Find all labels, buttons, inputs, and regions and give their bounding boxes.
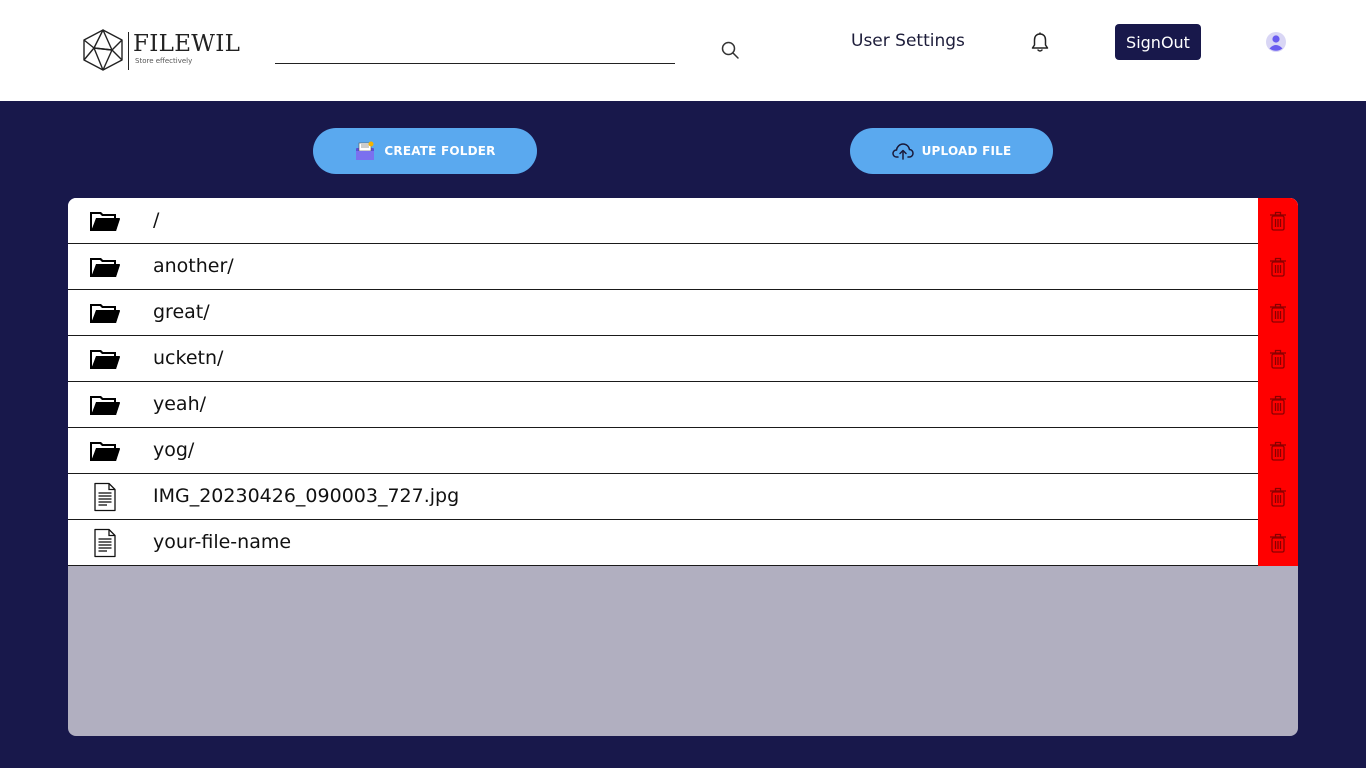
folder-row[interactable]: yeah/: [68, 382, 1298, 428]
folder-add-icon: [356, 141, 375, 160]
top-header: FILEWIL Store effectively User Settings …: [0, 0, 1366, 101]
search-input[interactable]: [275, 36, 675, 64]
folder-open-icon: [88, 206, 122, 236]
folder-open-icon: [88, 298, 122, 328]
document-icon: [88, 482, 122, 512]
folder-open-icon: [88, 390, 122, 420]
trash-icon: [1270, 349, 1286, 369]
trash-icon: [1270, 395, 1286, 415]
document-icon: [88, 528, 122, 558]
upload-file-button[interactable]: UPLOAD FILE: [850, 128, 1053, 174]
delete-button[interactable]: [1258, 244, 1298, 290]
delete-button[interactable]: [1258, 474, 1298, 520]
file-list-panel: / another/ great/ ucketn/ yeah/ yog/ IMG…: [68, 198, 1298, 736]
delete-button[interactable]: [1258, 428, 1298, 474]
brand-logo[interactable]: FILEWIL Store effectively: [80, 28, 240, 74]
file-row[interactable]: your-file-name: [68, 520, 1298, 566]
search-icon[interactable]: [720, 40, 740, 60]
trash-icon: [1270, 257, 1286, 277]
delete-button[interactable]: [1258, 382, 1298, 428]
logo-tagline: Store effectively: [135, 57, 193, 65]
trash-icon: [1270, 303, 1286, 323]
logo-title: FILEWIL: [133, 31, 241, 57]
delete-button[interactable]: [1258, 520, 1298, 566]
trash-icon: [1270, 487, 1286, 507]
file-row[interactable]: IMG_20230426_090003_727.jpg: [68, 474, 1298, 520]
trash-icon: [1270, 441, 1286, 461]
file-name: ucketn/: [153, 347, 224, 369]
file-name: your-file-name: [153, 531, 292, 553]
signout-button[interactable]: SignOut: [1115, 24, 1201, 60]
file-name: yeah/: [153, 393, 207, 415]
polyhedron-logo-icon: [83, 29, 123, 71]
folder-open-icon: [88, 344, 122, 374]
folder-row[interactable]: yog/: [68, 428, 1298, 474]
delete-button[interactable]: [1258, 198, 1298, 244]
user-avatar-icon[interactable]: [1265, 31, 1287, 53]
user-settings-link[interactable]: User Settings: [851, 31, 965, 51]
file-name: great/: [153, 301, 210, 323]
folder-row[interactable]: great/: [68, 290, 1298, 336]
upload-file-label: UPLOAD FILE: [921, 144, 1012, 158]
folder-row[interactable]: /: [68, 198, 1298, 244]
create-folder-label: CREATE FOLDER: [384, 144, 496, 158]
folder-open-icon: [88, 252, 122, 282]
file-name: /: [153, 209, 160, 231]
folder-row[interactable]: ucketn/: [68, 336, 1298, 382]
trash-icon: [1270, 211, 1286, 231]
file-name: IMG_20230426_090003_727.jpg: [153, 485, 460, 507]
file-name: another/: [153, 255, 234, 277]
folder-row[interactable]: another/: [68, 244, 1298, 290]
cloud-upload-icon: [891, 143, 914, 160]
folder-open-icon: [88, 436, 122, 466]
trash-icon: [1270, 533, 1286, 553]
create-folder-button[interactable]: CREATE FOLDER: [313, 128, 537, 174]
bell-icon[interactable]: [1030, 31, 1050, 53]
delete-button[interactable]: [1258, 336, 1298, 382]
file-name: yog/: [153, 439, 195, 461]
logo-divider: [128, 32, 129, 70]
delete-button[interactable]: [1258, 290, 1298, 336]
